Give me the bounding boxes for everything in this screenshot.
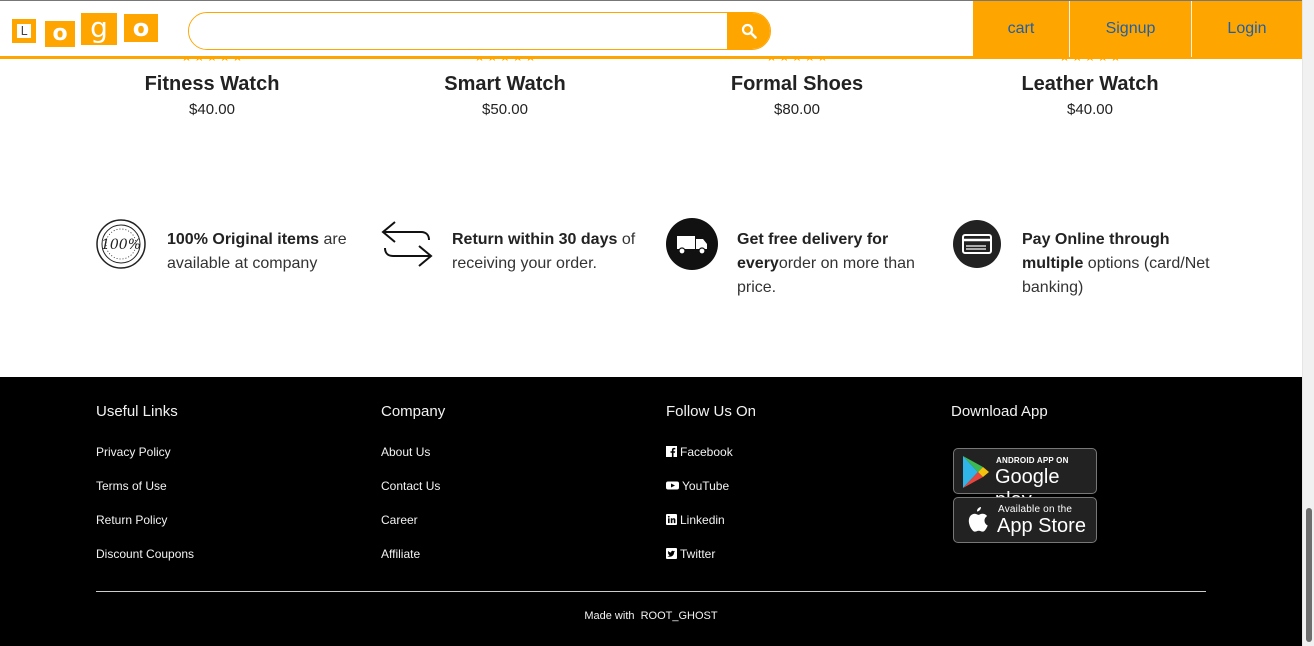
header: L o g o cart Signup Login: [0, 0, 1302, 59]
feature-return: Return within 30 days of receiving your …: [381, 218, 651, 308]
feature-payment: Pay Online through multiple options (car…: [951, 218, 1221, 308]
footer-follow-us: Follow Us On Facebook YouTube Linkedin T…: [666, 403, 926, 581]
footer-link-privacy-policy[interactable]: Privacy Policy: [96, 445, 356, 479]
nav-cart-link[interactable]: cart: [973, 1, 1070, 57]
footer-column-title: Useful Links: [96, 403, 178, 420]
search-icon: [741, 23, 757, 39]
product-price: $40.00: [189, 101, 235, 118]
store-small-text: ANDROID APP ON: [996, 456, 1069, 465]
footer-divider: [96, 591, 1206, 592]
footer-link-label: Facebook: [680, 445, 733, 459]
footer-link-label: Linkedin: [680, 513, 725, 527]
feature-original: 100% 100% Original items are available a…: [96, 218, 366, 308]
footer-credit: Made with ROOT_GHOST: [584, 610, 718, 622]
top-nav: cart Signup Login: [973, 1, 1302, 57]
store-big-text: App Store: [997, 515, 1086, 537]
search-button[interactable]: [727, 13, 770, 49]
vertical-scrollbar[interactable]: [1302, 0, 1314, 646]
nav-signup-link[interactable]: Signup: [1070, 1, 1192, 57]
facebook-icon: [666, 446, 677, 457]
feature-text: Pay Online through multiple options (car…: [1022, 231, 1210, 296]
product-card[interactable]: ★★★★★ Fitness Watch $40.00: [92, 50, 332, 119]
logo-letter-box: o: [124, 14, 158, 42]
feature-delivery: Get free delivery for everyorder on more…: [666, 218, 936, 308]
footer-link-linkedin[interactable]: Linkedin: [666, 513, 926, 547]
footer-link-label: YouTube: [682, 479, 730, 493]
feature-text: 100% Original items are available at com…: [167, 231, 347, 272]
store-small-text: Available on the: [998, 504, 1073, 515]
footer-link-label: Twitter: [680, 547, 716, 561]
twitter-icon: [666, 548, 677, 559]
logo-letter-box: g: [81, 13, 117, 45]
search-bar: [188, 12, 771, 50]
google-play-icon: [963, 456, 989, 488]
page: L o g o cart Signup Login ★★★★★ Fitness …: [0, 0, 1314, 646]
footer-link-about-us[interactable]: About Us: [381, 445, 641, 479]
product-card[interactable]: ★★★★★ Leather Watch $40.00: [970, 50, 1210, 119]
nav-login-link[interactable]: Login: [1192, 1, 1302, 57]
logo-letter-box: L: [12, 19, 36, 43]
footer-link-return-policy[interactable]: Return Policy: [96, 513, 356, 547]
footer-company: Company About Us Contact Us Career Affil…: [381, 403, 641, 581]
footer-useful-links: Useful Links Privacy Policy Terms of Use…: [96, 403, 356, 581]
product-price: $40.00: [1067, 101, 1113, 118]
product-price: $80.00: [774, 101, 820, 118]
product-list: ★★★★★ Fitness Watch $40.00 ★★★★★ Smart W…: [0, 50, 1302, 130]
footer-link-contact-us[interactable]: Contact Us: [381, 479, 641, 513]
footer-download-app: Download App: [951, 403, 1211, 421]
delivery-truck-icon: [666, 218, 718, 270]
footer-column-title: Company: [381, 403, 446, 420]
logo-letter: g: [90, 11, 108, 44]
footer-link-youtube[interactable]: YouTube: [666, 479, 926, 513]
footer-column-title: Download App: [951, 403, 1048, 420]
footer-link-twitter[interactable]: Twitter: [666, 547, 926, 581]
footer-link-facebook[interactable]: Facebook: [666, 445, 926, 479]
footer: Useful Links Privacy Policy Terms of Use…: [0, 377, 1302, 646]
linkedin-icon: [666, 514, 677, 525]
logo-letter-box: o: [45, 21, 75, 47]
product-name[interactable]: Fitness Watch: [92, 72, 332, 96]
return-arrows-icon: [381, 221, 433, 267]
guarantee-stamp-icon: 100%: [96, 219, 146, 269]
features-row: 100% 100% Original items are available a…: [0, 218, 1302, 318]
youtube-icon: [666, 481, 679, 490]
footer-link-career[interactable]: Career: [381, 513, 641, 547]
product-price: $50.00: [482, 101, 528, 118]
feature-text: Get free delivery for everyorder on more…: [737, 231, 915, 296]
footer-link-terms-of-use[interactable]: Terms of Use: [96, 479, 356, 513]
google-play-button[interactable]: ANDROID APP ON Google play: [953, 448, 1097, 511]
product-name[interactable]: Formal Shoes: [677, 72, 917, 96]
credit-card-icon: [953, 220, 1001, 268]
product-card[interactable]: ★★★★★ Formal Shoes $80.00: [677, 50, 917, 119]
footer-column-title: Follow Us On: [666, 403, 757, 420]
search-input[interactable]: [189, 13, 729, 49]
product-card[interactable]: ★★★★★ Smart Watch $50.00: [385, 50, 625, 119]
feature-text: Return within 30 days of receiving your …: [452, 231, 636, 272]
logo[interactable]: L o g o: [12, 11, 158, 47]
footer-link-discount-coupons[interactable]: Discount Coupons: [96, 547, 356, 581]
scrollbar-thumb[interactable]: [1306, 508, 1312, 642]
product-name[interactable]: Leather Watch: [970, 72, 1210, 96]
footer-link-affiliate[interactable]: Affiliate: [381, 547, 641, 581]
logo-letter: o: [132, 14, 150, 42]
logo-letter: o: [52, 21, 68, 46]
app-store-button[interactable]: Available on the App Store: [953, 497, 1097, 543]
stamp-text: 100%: [101, 237, 141, 253]
product-name[interactable]: Smart Watch: [385, 72, 625, 96]
logo-letter: L: [17, 24, 31, 38]
apple-icon: [968, 507, 988, 532]
